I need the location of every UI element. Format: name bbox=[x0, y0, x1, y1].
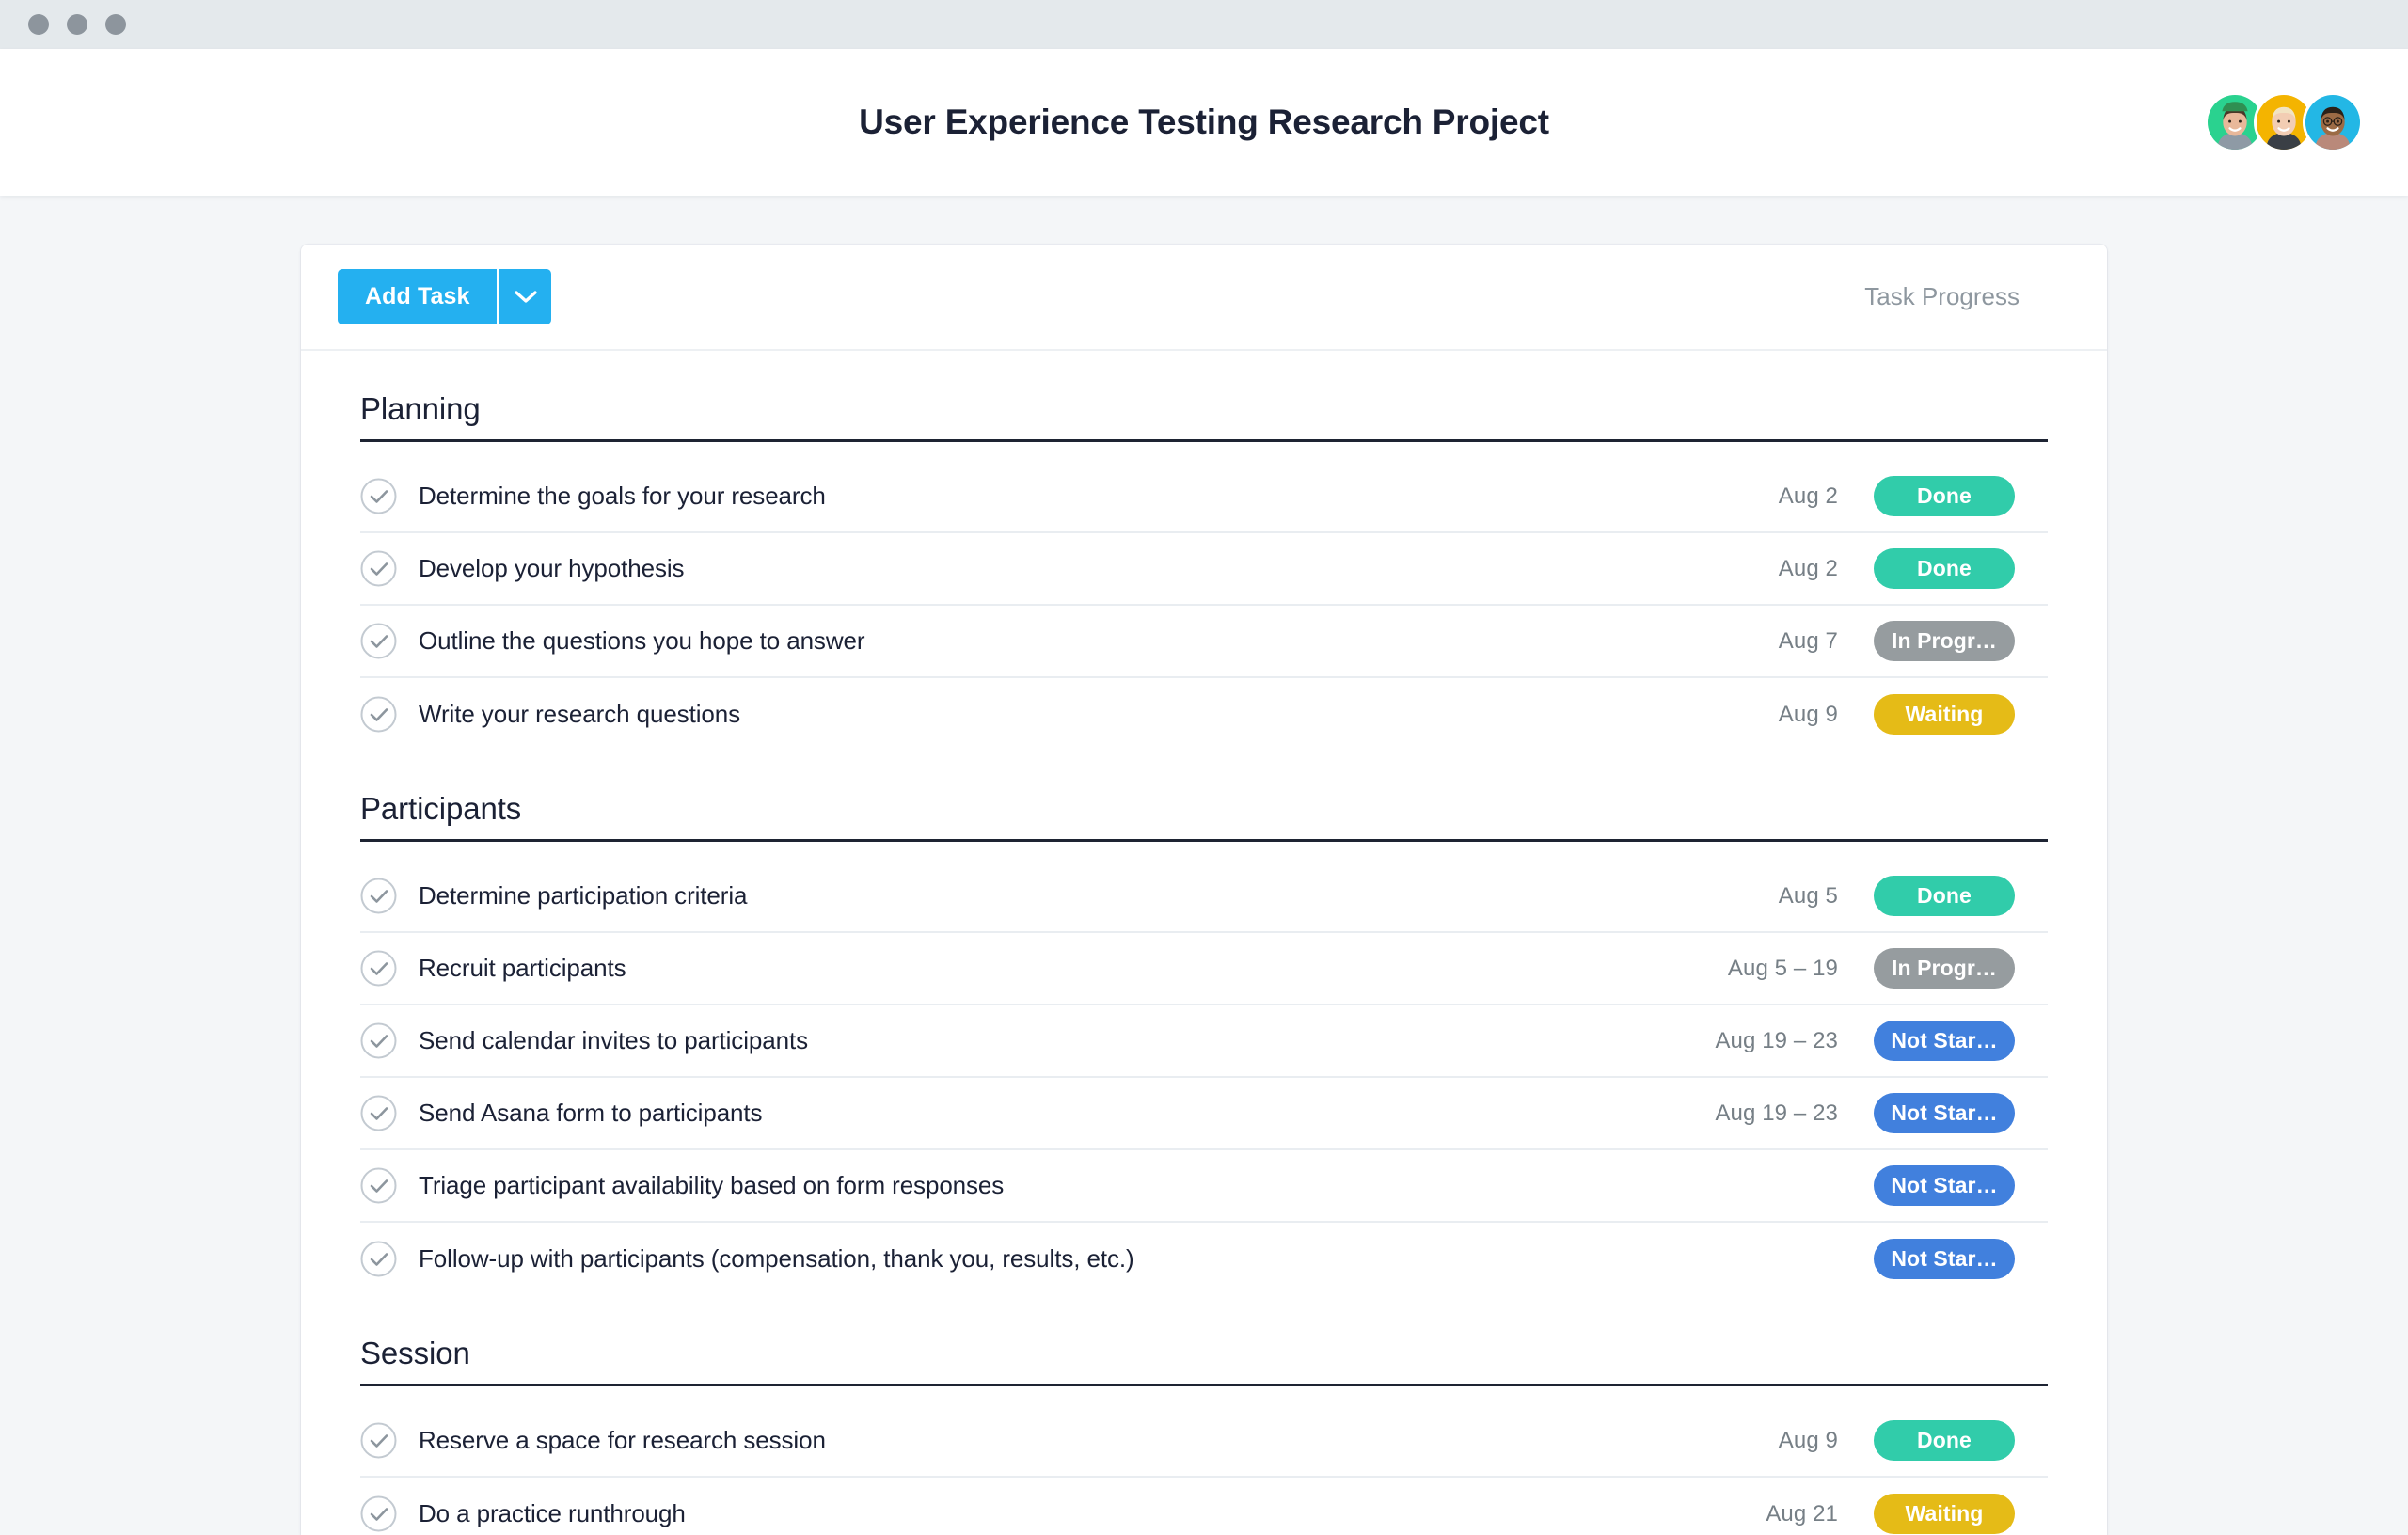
task-row[interactable]: Determine participation criteria Aug 5 Don… bbox=[360, 861, 2048, 933]
task-status-cell: Not Star… bbox=[1874, 1239, 2048, 1279]
task-name[interactable]: Reserve a space for research session bbox=[419, 1426, 1639, 1455]
task-name[interactable]: Send Asana form to participants bbox=[419, 1099, 1639, 1128]
chevron-down-icon bbox=[514, 290, 538, 305]
app-header: User Experience Testing Research Project bbox=[0, 49, 2408, 196]
task-status-cell: In Progr… bbox=[1874, 948, 2048, 989]
status-badge[interactable]: Done bbox=[1874, 548, 2015, 589]
task-due-date[interactable]: Aug 19 – 23 bbox=[1639, 1100, 1874, 1127]
task-complete-checkbox-icon[interactable] bbox=[360, 1095, 397, 1131]
task-name[interactable]: Recruit participants bbox=[419, 954, 1639, 983]
task-row[interactable]: Triage participant availability based on… bbox=[360, 1150, 2048, 1223]
task-complete-checkbox-icon[interactable] bbox=[360, 550, 397, 587]
window-titlebar bbox=[0, 0, 2408, 49]
task-name[interactable]: Determine participation criteria bbox=[419, 881, 1639, 910]
task-status-cell: In Progr… bbox=[1874, 621, 2048, 661]
task-list-card: Add Task Task Progress Planning Determine… bbox=[301, 245, 2107, 1535]
task-row[interactable]: Follow-up with participants (compensatio… bbox=[360, 1223, 2048, 1295]
task-name[interactable]: Do a practice runthrough bbox=[419, 1499, 1639, 1528]
status-badge[interactable]: Done bbox=[1874, 476, 2015, 516]
status-badge[interactable]: Not Star… bbox=[1874, 1165, 2015, 1206]
task-row[interactable]: Send calendar invites to participants Aug… bbox=[360, 1005, 2048, 1078]
page-body: Add Task Task Progress Planning Determine… bbox=[0, 196, 2408, 1535]
task-complete-checkbox-icon[interactable] bbox=[360, 1022, 397, 1059]
task-due-date[interactable]: Aug 7 bbox=[1639, 628, 1874, 655]
task-complete-checkbox-icon[interactable] bbox=[360, 1167, 397, 1204]
task-name[interactable]: Develop your hypothesis bbox=[419, 554, 1639, 583]
task-name[interactable]: Follow-up with participants (compensatio… bbox=[419, 1244, 1639, 1274]
status-badge[interactable]: Waiting bbox=[1874, 694, 2015, 735]
task-complete-checkbox-icon[interactable] bbox=[360, 950, 397, 987]
task-name[interactable]: Write your research questions bbox=[419, 700, 1639, 729]
task-row[interactable]: Do a practice runthrough Aug 21 Waiting bbox=[360, 1478, 2048, 1535]
add-task-dropdown-button[interactable] bbox=[499, 269, 552, 324]
task-due-date[interactable]: Aug 5 bbox=[1639, 883, 1874, 910]
status-badge[interactable]: Done bbox=[1874, 1420, 2015, 1461]
task-status-cell: Not Star… bbox=[1874, 1021, 2048, 1061]
task-due-date[interactable]: Aug 5 – 19 bbox=[1639, 956, 1874, 982]
status-badge[interactable]: Waiting bbox=[1874, 1494, 2015, 1534]
task-complete-checkbox-icon[interactable] bbox=[360, 1422, 397, 1459]
task-due-date[interactable]: Aug 2 bbox=[1639, 556, 1874, 582]
task-status-cell: Done bbox=[1874, 876, 2048, 916]
task-complete-checkbox-icon[interactable] bbox=[360, 1495, 397, 1532]
task-status-cell: Done bbox=[1874, 476, 2048, 516]
sections-container: Planning Determine the goals for your res… bbox=[301, 351, 2107, 1535]
maximize-dot[interactable] bbox=[105, 14, 126, 35]
task-row[interactable]: Develop your hypothesis Aug 2 Done bbox=[360, 533, 2048, 606]
task-status-cell: Not Star… bbox=[1874, 1093, 2048, 1133]
section-title: Session bbox=[360, 1336, 470, 1370]
task-name[interactable]: Send calendar invites to participants bbox=[419, 1026, 1639, 1055]
status-badge[interactable]: In Progr… bbox=[1874, 621, 2015, 661]
task-complete-checkbox-icon[interactable] bbox=[360, 623, 397, 659]
status-badge[interactable]: Not Star… bbox=[1874, 1021, 2015, 1061]
task-section: Planning Determine the goals for your res… bbox=[301, 351, 2107, 751]
card-toolbar: Add Task Task Progress bbox=[301, 245, 2107, 351]
task-row[interactable]: Reserve a space for research session Aug … bbox=[360, 1405, 2048, 1478]
task-due-date[interactable]: Aug 9 bbox=[1639, 702, 1874, 728]
page-title: User Experience Testing Research Project bbox=[859, 103, 1549, 141]
task-row[interactable]: Write your research questions Aug 9 Waitin… bbox=[360, 678, 2048, 751]
task-due-date[interactable]: Aug 9 bbox=[1639, 1428, 1874, 1454]
task-row[interactable]: Send Asana form to participants Aug 19 – … bbox=[360, 1078, 2048, 1150]
task-row[interactable]: Recruit participants Aug 5 – 19 In Progr… bbox=[360, 933, 2048, 1005]
task-due-date[interactable]: Aug 2 bbox=[1639, 483, 1874, 510]
avatar-group bbox=[2205, 92, 2363, 152]
task-complete-checkbox-icon[interactable] bbox=[360, 696, 397, 733]
minimize-dot[interactable] bbox=[67, 14, 87, 35]
task-status-cell: Not Star… bbox=[1874, 1165, 2048, 1206]
task-status-cell: Waiting bbox=[1874, 694, 2048, 735]
task-complete-checkbox-icon[interactable] bbox=[360, 1241, 397, 1277]
task-due-date[interactable]: Aug 19 – 23 bbox=[1639, 1028, 1874, 1054]
status-badge[interactable]: Done bbox=[1874, 876, 2015, 916]
task-row[interactable]: Determine the goals for your research Aug… bbox=[360, 461, 2048, 533]
task-name[interactable]: Outline the questions you hope to answer bbox=[419, 626, 1639, 656]
task-section: Session Reserve a space for research sess… bbox=[301, 1295, 2107, 1535]
add-task-button-group: Add Task bbox=[338, 269, 552, 324]
add-task-button[interactable]: Add Task bbox=[338, 269, 498, 324]
task-status-cell: Done bbox=[1874, 548, 2048, 589]
status-badge[interactable]: Not Star… bbox=[1874, 1093, 2015, 1133]
task-name[interactable]: Triage participant availability based on… bbox=[419, 1171, 1639, 1200]
task-complete-checkbox-icon[interactable] bbox=[360, 878, 397, 914]
task-progress-label: Task Progress bbox=[1864, 282, 2020, 310]
task-name[interactable]: Determine the goals for your research bbox=[419, 482, 1639, 511]
status-badge[interactable]: In Progr… bbox=[1874, 948, 2015, 989]
section-title: Planning bbox=[360, 391, 481, 426]
task-section: Participants Determine participation crit… bbox=[301, 751, 2107, 1295]
status-badge[interactable]: Not Star… bbox=[1874, 1239, 2015, 1279]
section-title: Participants bbox=[360, 791, 522, 826]
task-row[interactable]: Outline the questions you hope to answer… bbox=[360, 606, 2048, 678]
task-status-cell: Waiting bbox=[1874, 1494, 2048, 1534]
avatar-member-3[interactable] bbox=[2303, 92, 2363, 152]
task-status-cell: Done bbox=[1874, 1420, 2048, 1461]
close-dot[interactable] bbox=[28, 14, 49, 35]
task-due-date[interactable]: Aug 21 bbox=[1639, 1501, 1874, 1527]
task-complete-checkbox-icon[interactable] bbox=[360, 478, 397, 514]
